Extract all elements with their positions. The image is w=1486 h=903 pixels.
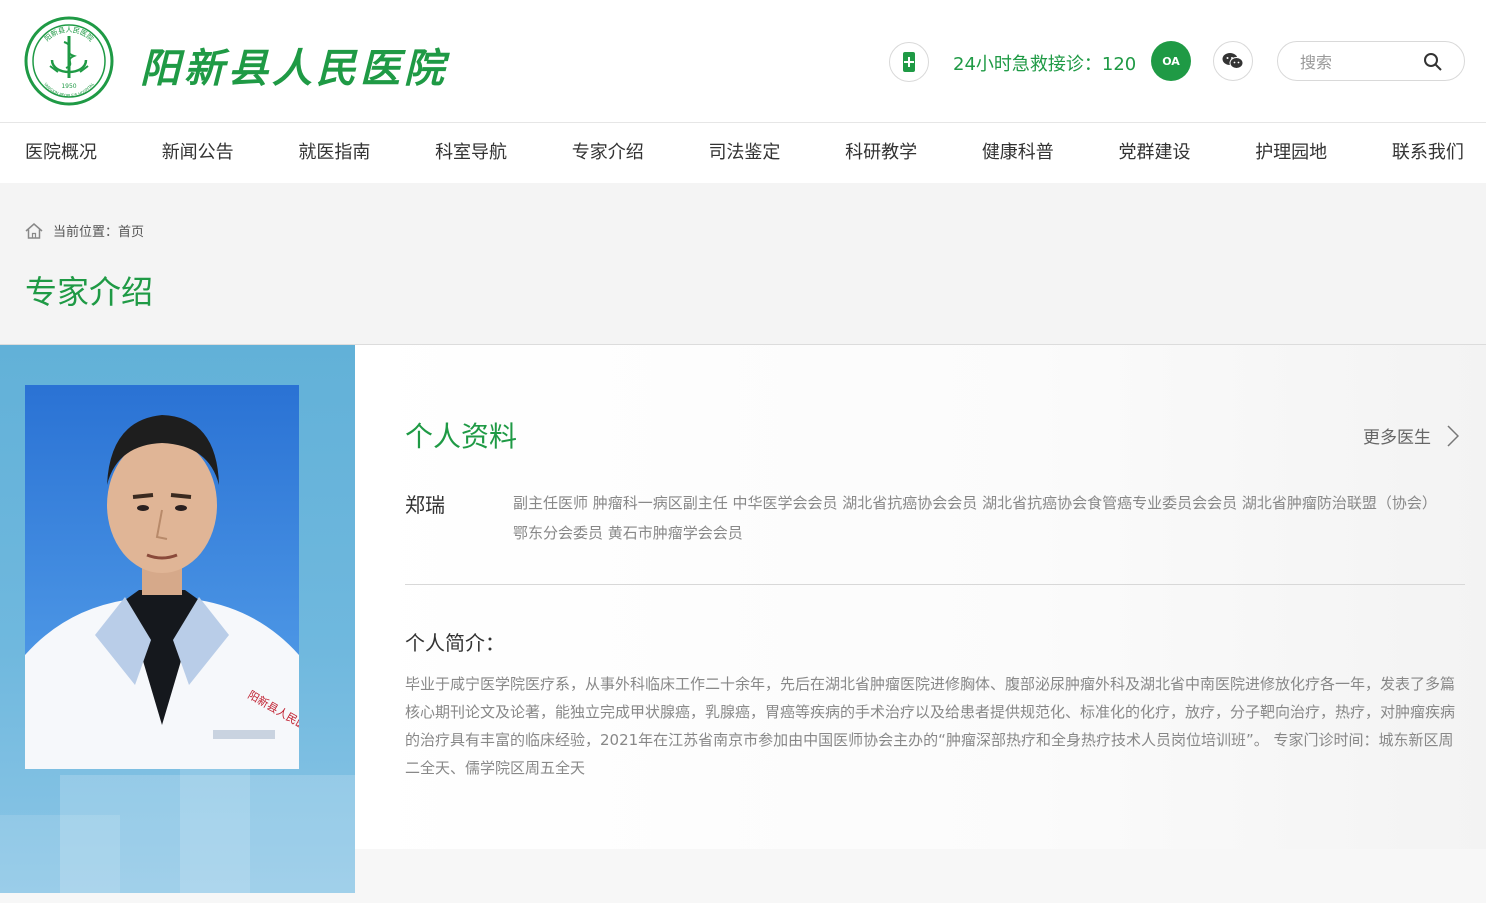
search-input[interactable] <box>1298 50 1422 74</box>
nav-item-hospital-overview[interactable]: 医院概况 <box>25 123 97 183</box>
doctor-photo: 阳新县人民医院 <box>25 385 299 769</box>
site-header: 阳新县人民医院 YANGXIN PEOPLE'S HOSPITAL 1950 阳… <box>0 0 1486 123</box>
intro-text: 毕业于咸宁医学院医疗系，从事外科临床工作二十余年，先后在湖北省肿瘤医院进修胸体、… <box>405 675 1456 777</box>
oa-button[interactable]: OA <box>1151 41 1191 81</box>
page-banner: 当前位置：首页 专家介绍 <box>0 183 1486 345</box>
home-icon[interactable] <box>25 222 43 239</box>
intro-heading: 个人简介： <box>405 631 505 655</box>
wechat-icon <box>1222 53 1244 69</box>
nav-item-research[interactable]: 科研教学 <box>845 123 917 183</box>
nav-item-patient-guide[interactable]: 就医指南 <box>298 123 370 183</box>
profile-content: 个人资料 更多医生 郑瑞 副主任医师 肿瘤科一病区副主任 中华医学会会员 湖北省… <box>355 345 1486 849</box>
hospital-name-logo[interactable]: 阳新县人民医院 <box>140 36 448 94</box>
main-nav: 医院概况 新闻公告 就医指南 科室导航 专家介绍 司法鉴定 科研教学 健康科普 … <box>0 123 1486 183</box>
doctor-name: 郑瑞 <box>405 493 445 517</box>
search-box <box>1277 41 1465 81</box>
mobile-phone-icon <box>903 52 915 72</box>
nav-item-nursing[interactable]: 护理园地 <box>1255 123 1327 183</box>
nav-item-news[interactable]: 新闻公告 <box>162 123 234 183</box>
breadcrumb-text[interactable]: 当前位置：首页 <box>53 221 144 240</box>
page-title: 专家介绍 <box>25 273 154 311</box>
profile-section-title: 个人资料 <box>405 420 518 453</box>
more-doctors-link[interactable]: 更多医生 <box>1363 423 1459 448</box>
nav-item-departments[interactable]: 科室导航 <box>435 123 507 183</box>
nav-item-forensics[interactable]: 司法鉴定 <box>708 123 780 183</box>
nav-item-experts[interactable]: 专家介绍 <box>572 123 644 183</box>
more-doctors-label[interactable]: 更多医生 <box>1363 423 1431 448</box>
mobile-site-button[interactable] <box>889 42 929 82</box>
wechat-button[interactable] <box>1213 41 1253 81</box>
emblem-year: 1950 <box>61 83 76 90</box>
photo-panel: 阳新县人民医院 <box>0 345 355 893</box>
nav-item-party-building[interactable]: 党群建设 <box>1119 123 1191 183</box>
nav-item-contact[interactable]: 联系我们 <box>1392 123 1464 183</box>
breadcrumb: 当前位置：首页 <box>25 221 144 240</box>
search-icon[interactable] <box>1423 52 1443 72</box>
hospital-emblem-icon[interactable]: 阳新县人民医院 YANGXIN PEOPLE'S HOSPITAL 1950 <box>24 16 114 106</box>
emergency-hotline: 24小时急救接诊：120 <box>953 54 1137 75</box>
divider <box>405 584 1465 585</box>
doctor-titles: 副主任医师 肿瘤科一病区副主任 中华医学会会员 湖北省抗癌协会会员 湖北省抗癌协… <box>513 494 1437 542</box>
chevron-right-icon[interactable] <box>1447 424 1459 447</box>
nav-item-health-education[interactable]: 健康科普 <box>982 123 1054 183</box>
